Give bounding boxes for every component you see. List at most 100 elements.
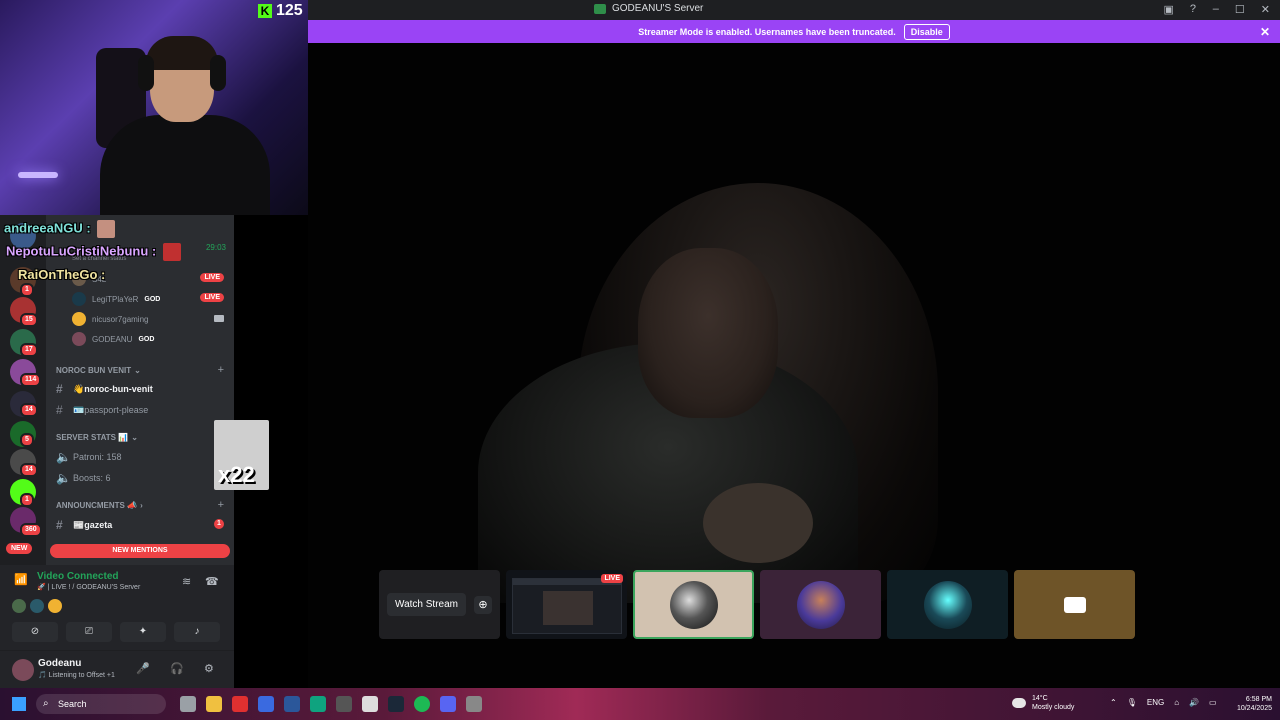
user-avatar bbox=[72, 292, 86, 306]
title-icons: ▣ ? bbox=[1163, 3, 1196, 16]
category-noroc[interactable]: NOROC BUN VENIT ⌄ bbox=[56, 366, 141, 375]
file-explorer-icon[interactable] bbox=[206, 696, 222, 712]
signal-icon[interactable]: 📶 bbox=[14, 573, 28, 587]
headphone-left bbox=[138, 55, 154, 91]
camera-toggle-button[interactable]: ⊘ bbox=[12, 622, 58, 642]
watch-stream-button[interactable]: Watch Stream bbox=[387, 593, 466, 616]
add-stream-icon[interactable]: ⊕ bbox=[473, 595, 492, 614]
user-name[interactable]: Godeanu bbox=[38, 658, 81, 669]
word-icon[interactable] bbox=[284, 696, 300, 712]
screen-share-icon[interactable]: ▣ bbox=[1163, 3, 1173, 16]
close-icon[interactable]: ✕ bbox=[1261, 3, 1270, 16]
speaker-icon: 🔈 bbox=[56, 450, 71, 464]
taskbar-search[interactable]: ⌕ Search bbox=[36, 694, 166, 714]
tile-active-user[interactable] bbox=[633, 570, 754, 639]
app-icon[interactable] bbox=[466, 696, 482, 712]
category-announcements[interactable]: ANNOUNCMENTS 📣 › bbox=[56, 501, 143, 510]
tile-screen-share[interactable]: LIVE bbox=[506, 570, 627, 639]
banner-close-icon[interactable]: ✕ bbox=[1260, 25, 1270, 39]
spotify-icon[interactable] bbox=[414, 696, 430, 712]
discord-icon[interactable] bbox=[440, 696, 456, 712]
category-label: NOROC BUN VENIT bbox=[56, 366, 132, 375]
steam-icon[interactable] bbox=[388, 696, 404, 712]
user-status: 🎵 Listening to Offset +1 bbox=[38, 672, 115, 679]
voice-status-title[interactable]: Video Connected bbox=[37, 571, 119, 582]
hash-icon: # bbox=[56, 382, 63, 396]
channel-label: 📰gazeta bbox=[73, 519, 113, 530]
minimize-icon[interactable]: – bbox=[1213, 3, 1219, 16]
window-buttons: – ☐ ✕ bbox=[1213, 3, 1270, 16]
voice-actions: ⊘ ⎚ ✦ ♪ bbox=[12, 622, 220, 642]
maximize-icon[interactable]: ☐ bbox=[1235, 3, 1245, 16]
tile-camera-off[interactable] bbox=[1014, 570, 1135, 639]
voice-user[interactable]: nicusor7gaming bbox=[72, 312, 148, 326]
store-icon[interactable] bbox=[362, 696, 378, 712]
add-channel-icon[interactable]: + bbox=[218, 364, 224, 376]
banner-text: Streamer Mode is enabled. Usernames have… bbox=[638, 26, 896, 37]
chat-username: andreeaNGU : bbox=[4, 220, 91, 236]
language-indicator[interactable]: ENG bbox=[1147, 698, 1164, 707]
activities-button[interactable]: ✦ bbox=[120, 622, 166, 642]
channel-patroni[interactable]: 🔈 Patroni: 158 bbox=[56, 450, 122, 464]
chevron-down-icon: ⌄ bbox=[131, 433, 138, 442]
new-mentions-button[interactable]: NEW MENTIONS bbox=[50, 544, 230, 558]
windows-start-icon[interactable] bbox=[12, 697, 26, 711]
taskbar-apps bbox=[180, 696, 482, 712]
server-icon bbox=[594, 3, 606, 14]
soundboard-button[interactable]: ♪ bbox=[174, 622, 220, 642]
activity-icon[interactable] bbox=[48, 599, 62, 613]
activity-icon[interactable] bbox=[12, 599, 26, 613]
channel-passport-please[interactable]: # 🪪passport-please bbox=[56, 403, 148, 417]
channel-label: Boosts: 6 bbox=[73, 473, 111, 483]
headphones-icon[interactable]: 🎧 bbox=[170, 662, 184, 675]
disable-button[interactable]: Disable bbox=[903, 23, 950, 40]
activity-icon[interactable] bbox=[30, 599, 44, 613]
role-tag: GOD bbox=[138, 335, 155, 343]
app-icon[interactable] bbox=[336, 696, 352, 712]
chat-username: RaiOnTheGo : bbox=[18, 267, 106, 282]
camera-icon bbox=[1063, 596, 1086, 613]
app-icon[interactable] bbox=[180, 696, 196, 712]
help-icon[interactable]: ? bbox=[1190, 3, 1196, 16]
hash-icon: # bbox=[56, 403, 63, 417]
volume-icon[interactable]: 🔊 bbox=[1189, 698, 1199, 707]
channel-boosts[interactable]: 🔈 Boosts: 6 bbox=[56, 471, 111, 485]
user-avatar bbox=[796, 580, 845, 629]
live-pill: LIVE bbox=[200, 293, 224, 302]
settings-gear-icon[interactable]: ⚙ bbox=[204, 662, 214, 675]
app-icon[interactable] bbox=[258, 696, 274, 712]
edge-icon[interactable] bbox=[310, 696, 326, 712]
tile-user-purple[interactable] bbox=[760, 570, 881, 639]
search-placeholder: Search bbox=[58, 699, 87, 709]
voice-user-name: nicusor7gaming bbox=[92, 314, 149, 324]
voice-user[interactable]: GODEANU GOD bbox=[72, 332, 154, 346]
channel-noroc-bun-venit[interactable]: # 👋noroc-bun-venit bbox=[56, 382, 153, 396]
app-icon[interactable] bbox=[232, 696, 248, 712]
add-channel-icon[interactable]: + bbox=[218, 499, 224, 511]
taskbar: ⌕ Search 14°C Mostly cloudy ⌃ � bbox=[0, 688, 1280, 720]
role-tag: GOD bbox=[144, 295, 161, 303]
tile-watch-stream[interactable]: Watch Stream ⊕ bbox=[379, 570, 500, 639]
microphone-icon[interactable]: 🎤 bbox=[136, 662, 150, 675]
noise-suppression-icon[interactable]: ≋ bbox=[182, 575, 191, 588]
battery-icon[interactable]: ▭ bbox=[1209, 698, 1217, 707]
clock[interactable]: 6:58 PM 10/24/2025 bbox=[1237, 695, 1272, 713]
emote-combo: x22 bbox=[214, 420, 269, 490]
screen-share-button[interactable]: ⎚ bbox=[66, 622, 112, 642]
voice-user[interactable]: LegiTPlaYeR GOD bbox=[72, 292, 160, 306]
new-unreads-pill[interactable]: NEW bbox=[6, 543, 33, 554]
disconnect-icon[interactable]: ☎ bbox=[205, 575, 219, 588]
avatar[interactable] bbox=[12, 659, 34, 681]
network-icon[interactable]: ⌂ bbox=[1174, 698, 1179, 707]
system-tray: ⌃ 🎙 ENG ⌂ 🔊 ▭ bbox=[1110, 698, 1217, 707]
microphone-icon[interactable]: 🎙 bbox=[1127, 698, 1137, 707]
category-server-stats[interactable]: SERVER STATS 📊 ⌄ bbox=[56, 433, 138, 442]
channel-gazeta[interactable]: # 📰gazeta bbox=[56, 518, 112, 532]
viewer-count: K 125 bbox=[258, 2, 303, 20]
category-label: SERVER STATS 📊 bbox=[56, 433, 129, 442]
chevron-up-icon[interactable]: ⌃ bbox=[1110, 698, 1117, 707]
tile-user-legitplayer[interactable] bbox=[887, 570, 1008, 639]
voice-connection-panel: 📶 Video Connected 🚀 | LIVE ! / GODEANU'S… bbox=[0, 565, 234, 650]
user-avatar bbox=[923, 580, 972, 629]
weather-widget[interactable]: 14°C Mostly cloudy bbox=[1012, 694, 1074, 712]
